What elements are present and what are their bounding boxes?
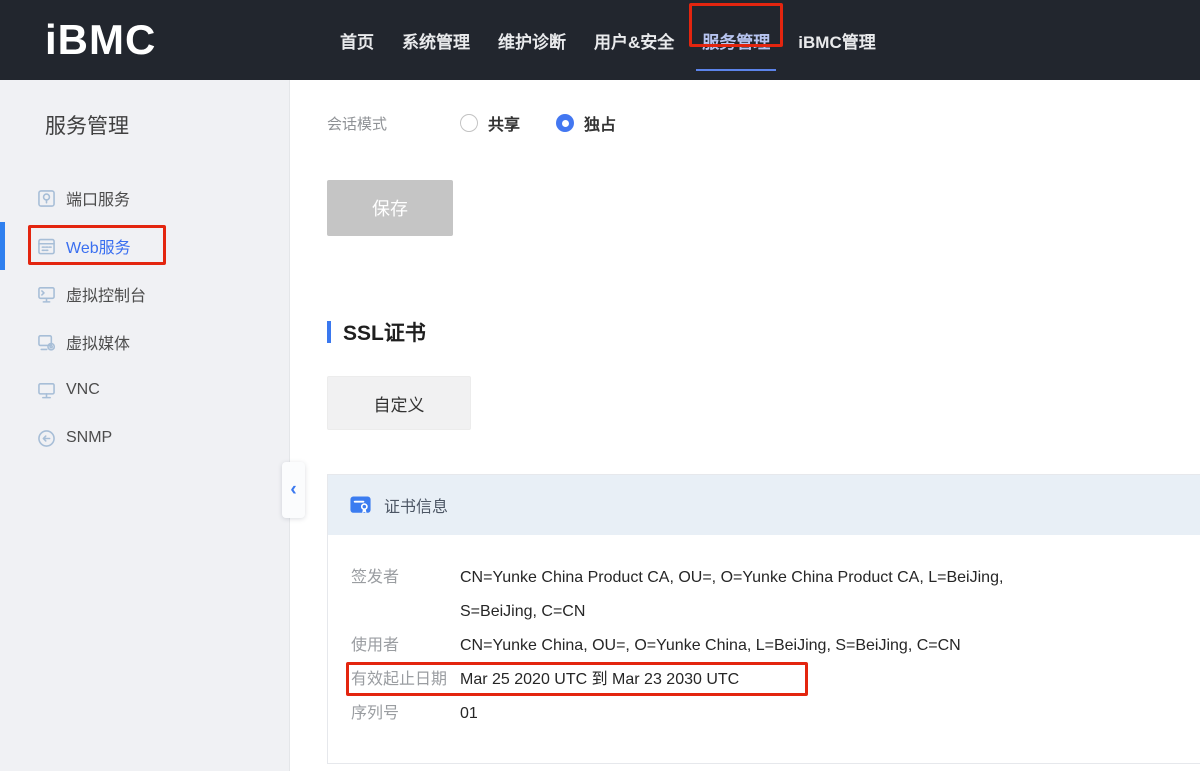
content-area: 会话模式 共享 独占 保存 SSL证书 自定义 <box>290 80 1200 771</box>
sidebar-item-label: 虚拟控制台 <box>66 282 146 306</box>
vnc-icon <box>36 380 57 401</box>
cert-row-value: CN=Yunke China, OU=, O=Yunke China, L=Be… <box>460 629 961 663</box>
sidebar-item-virtual-media[interactable]: 虚拟媒体 <box>0 318 289 366</box>
sidebar-item-label: SNMP <box>66 429 112 447</box>
certificate-icon <box>349 494 372 517</box>
nav-item-label: 维护诊断 <box>498 28 566 53</box>
cert-row-value: Mar 25 2020 UTC 到 Mar 23 2030 UTC <box>460 663 739 697</box>
cert-row-validity: 有效起止日期 Mar 25 2020 UTC 到 Mar 23 2030 UTC <box>351 663 1200 697</box>
virtual-media-icon <box>36 332 57 353</box>
sidebar-item-virtual-console[interactable]: 虚拟控制台 <box>0 270 289 318</box>
port-service-icon <box>36 188 57 209</box>
cert-row-value: CN=Yunke China Product CA, OU=, O=Yunke … <box>460 561 1040 629</box>
main-layout: 服务管理 端口服务 Web服务 虚拟控制台 <box>0 80 1200 771</box>
ibmc-logo: iBMC <box>45 16 156 64</box>
nav-item-user-security[interactable]: 用户&安全 <box>594 0 674 80</box>
nav-item-system[interactable]: 系统管理 <box>402 0 470 80</box>
nav-item-label: 系统管理 <box>402 28 470 53</box>
sidebar-collapse-button[interactable]: ‹ <box>282 462 305 518</box>
cert-row-label: 有效起止日期 <box>351 663 460 697</box>
sidebar-item-web-service[interactable]: Web服务 <box>0 222 289 270</box>
sidebar-item-label: 端口服务 <box>66 186 130 210</box>
ssl-section-title: SSL证书 <box>343 317 426 347</box>
nav-item-label: 首页 <box>340 28 374 53</box>
radio-exclusive[interactable] <box>556 114 574 132</box>
nav-item-ibmc-management[interactable]: iBMC管理 <box>798 0 875 80</box>
sidebar: 服务管理 端口服务 Web服务 虚拟控制台 <box>0 80 290 771</box>
radio-option-shared[interactable]: 共享 <box>460 111 520 135</box>
certificate-panel-header: 证书信息 <box>328 475 1200 535</box>
radio-option-exclusive[interactable]: 独占 <box>556 111 616 135</box>
nav-item-home[interactable]: 首页 <box>340 0 374 80</box>
customize-button[interactable]: 自定义 <box>327 376 471 430</box>
session-mode-row: 会话模式 共享 独占 <box>327 112 1200 134</box>
cert-row-serial: 序列号 01 <box>351 697 1200 731</box>
radio-shared[interactable] <box>460 114 478 132</box>
section-accent-bar <box>327 321 331 343</box>
save-button[interactable]: 保存 <box>327 180 453 236</box>
session-mode-label: 会话模式 <box>327 113 460 134</box>
nav-item-label: 服务管理 <box>702 28 770 53</box>
cert-row-issuer: 签发者 CN=Yunke China Product CA, OU=, O=Yu… <box>351 561 1200 629</box>
sidebar-item-label: VNC <box>66 381 100 399</box>
certificate-panel-body: 签发者 CN=Yunke China Product CA, OU=, O=Yu… <box>328 535 1200 763</box>
nav-item-label: iBMC管理 <box>798 28 875 53</box>
sidebar-menu: 端口服务 Web服务 虚拟控制台 虚拟媒体 <box>0 174 289 462</box>
virtual-console-icon <box>36 284 57 305</box>
sidebar-item-label: Web服务 <box>66 234 131 258</box>
nav-item-label: 用户&安全 <box>594 28 674 53</box>
certificate-info-panel: 证书信息 签发者 CN=Yunke China Product CA, OU=,… <box>327 474 1200 764</box>
nav-item-maintenance[interactable]: 维护诊断 <box>498 0 566 80</box>
cert-row-value: 01 <box>460 697 478 731</box>
active-tab-underline <box>696 69 776 71</box>
sidebar-item-vnc[interactable]: VNC <box>0 366 289 414</box>
sidebar-item-label: 虚拟媒体 <box>66 330 130 354</box>
session-mode-options: 共享 独占 <box>460 111 616 135</box>
top-bar: iBMC 首页 系统管理 维护诊断 用户&安全 服务管理 iBMC管理 <box>0 0 1200 80</box>
active-item-indicator <box>0 222 5 270</box>
ssl-section-header: SSL证书 <box>327 318 1200 346</box>
snmp-icon <box>36 428 57 449</box>
sidebar-item-port-service[interactable]: 端口服务 <box>0 174 289 222</box>
radio-shared-label: 共享 <box>488 111 520 135</box>
sidebar-title: 服务管理 <box>45 110 289 140</box>
chevron-left-icon: ‹ <box>290 479 296 501</box>
cert-row-label: 使用者 <box>351 629 460 663</box>
cert-row-subject: 使用者 CN=Yunke China, OU=, O=Yunke China, … <box>351 629 1200 663</box>
radio-exclusive-label: 独占 <box>584 111 616 135</box>
sidebar-item-snmp[interactable]: SNMP <box>0 414 289 462</box>
certificate-panel-title: 证书信息 <box>384 493 448 517</box>
nav-item-service-management[interactable]: 服务管理 <box>702 0 770 80</box>
web-service-icon <box>36 236 57 257</box>
cert-row-label: 签发者 <box>351 561 460 629</box>
cert-row-label: 序列号 <box>351 697 460 731</box>
main-nav: 首页 系统管理 维护诊断 用户&安全 服务管理 iBMC管理 <box>340 0 876 80</box>
